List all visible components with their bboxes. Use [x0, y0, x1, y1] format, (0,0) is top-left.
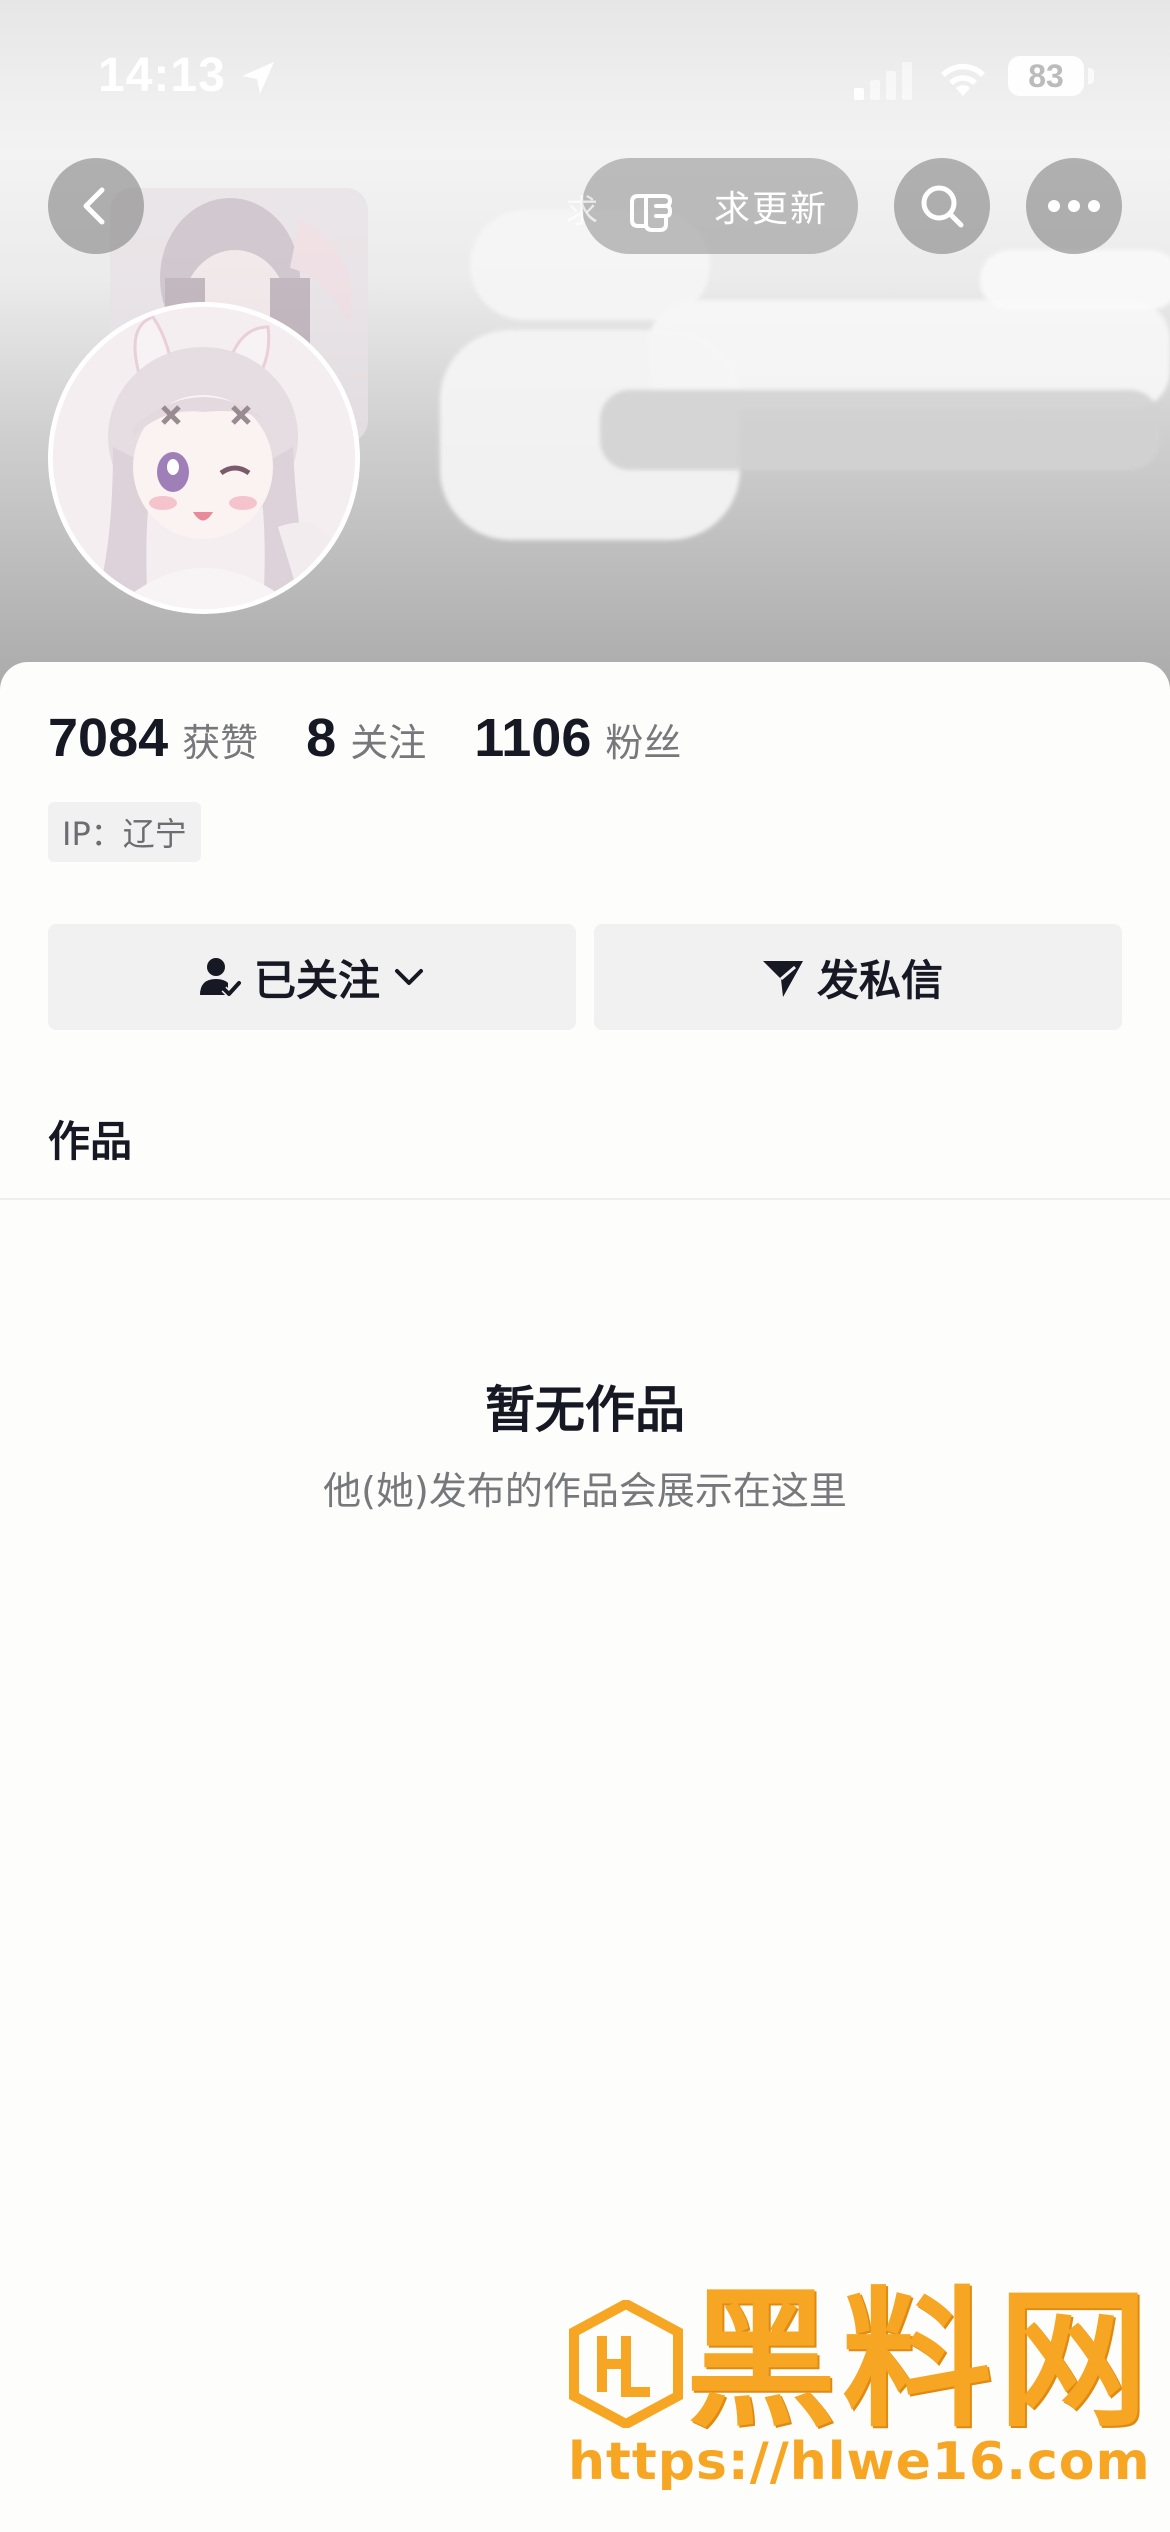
profile-stats: 7084 获赞 8 关注 1106 粉丝: [48, 707, 729, 777]
update-ghost-text: 求: [566, 192, 599, 230]
chevron-down-icon: [395, 969, 423, 985]
battery-icon: 83: [1008, 56, 1084, 96]
empty-state-subtitle: 他(她)发布的作品会展示在这里: [323, 1469, 847, 1513]
following-button[interactable]: 已关注: [48, 924, 576, 1030]
stat-value: 8: [306, 708, 337, 768]
cover-cloud: [980, 250, 1170, 310]
back-button[interactable]: [48, 158, 144, 254]
send-icon: [762, 961, 803, 997]
update-button-label: 求更新: [714, 189, 829, 230]
stat-label: 粉丝: [605, 721, 682, 765]
user-check-icon: [199, 958, 242, 999]
more-icon: [1048, 200, 1100, 212]
wifi-icon: [941, 63, 985, 96]
chevron-left-icon: [83, 187, 105, 225]
stat-label: 获赞: [182, 721, 259, 765]
more-button[interactable]: [1026, 158, 1122, 254]
empty-state-title: 暂无作品: [485, 1381, 685, 1439]
watermark-title: 黑料网: [686, 2274, 1155, 2448]
status-bar: 14:13 83: [0, 40, 1170, 116]
stat-following[interactable]: 8 关注: [306, 707, 426, 769]
stat-followers[interactable]: 1106 粉丝: [474, 707, 681, 769]
pointing-hand-icon: [630, 194, 672, 232]
cover-cloud: [600, 390, 1160, 470]
profile-card: 7084 获赞 8 关注 1106 粉丝 IP：辽宁 已关注 发私信 作品 暂无…: [0, 662, 1170, 2532]
send-message-button[interactable]: 发私信: [594, 924, 1122, 1030]
following-button-label: 已关注: [253, 955, 380, 1005]
tab-divider: [0, 1198, 1170, 1200]
watermark-url: https://hlwe16.com: [568, 2432, 1151, 2492]
signal-icon: [854, 62, 912, 100]
battery-level: 83: [1028, 58, 1064, 94]
ip-location-badge: IP：辽宁: [48, 802, 201, 862]
send-message-label: 发私信: [816, 955, 943, 1005]
stat-label: 关注: [350, 721, 427, 765]
avatar[interactable]: [48, 302, 360, 614]
search-icon: [921, 185, 964, 228]
search-button[interactable]: [894, 158, 990, 254]
status-time: 14:13: [98, 49, 226, 102]
profile-cover: 14:13 83 求 求更新: [0, 0, 1170, 700]
battery-cap: [1088, 68, 1094, 84]
stat-value: 7084: [48, 708, 169, 768]
tab-works[interactable]: 作品: [48, 1108, 132, 1169]
watermark-logo: [569, 2300, 683, 2428]
stat-value: 1106: [474, 708, 592, 768]
request-update-button[interactable]: 求 求更新: [566, 158, 858, 254]
stat-likes[interactable]: 7084 获赞: [48, 707, 258, 769]
location-arrow-icon: [242, 62, 274, 94]
